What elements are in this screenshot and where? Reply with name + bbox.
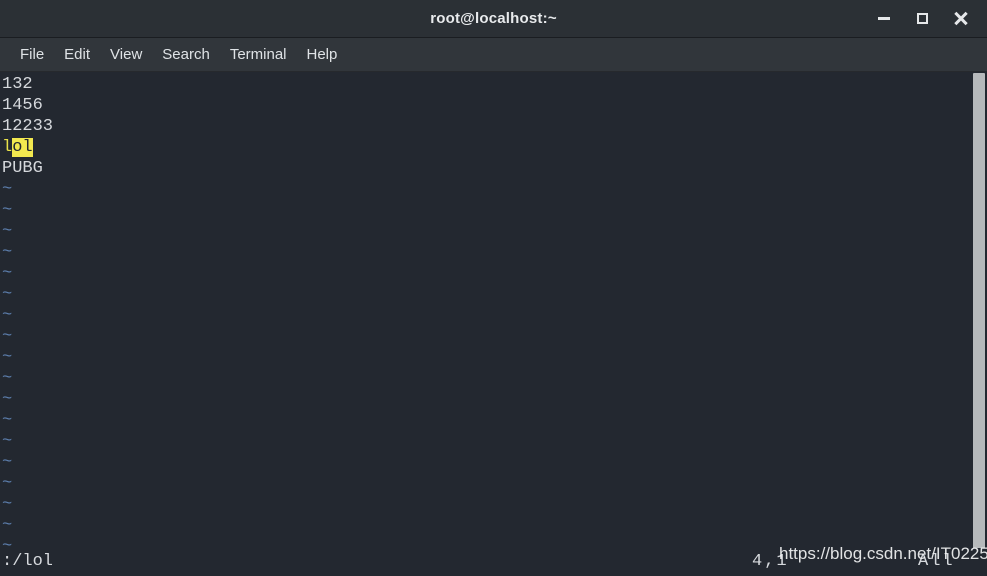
vim-statusline: :/lol 4,1 All: [0, 548, 987, 576]
menu-item-search[interactable]: Search: [152, 43, 220, 66]
minimize-button[interactable]: [865, 0, 903, 37]
menu-item-help[interactable]: Help: [297, 43, 348, 66]
search-match-text: l: [2, 138, 13, 157]
vim-scroll-scope: All: [918, 552, 955, 571]
minimize-icon: [878, 17, 890, 20]
vim-buffer-line: 132: [2, 75, 33, 94]
menubar: File Edit View Search Terminal Help: [0, 38, 987, 72]
vim-filler-line: ~: [2, 222, 13, 241]
vim-filler-line: ~: [2, 411, 13, 430]
cursor-block: ol: [12, 138, 33, 157]
vim-filler-line: ~: [2, 453, 13, 472]
vim-filler-line: ~: [2, 390, 13, 409]
vim-filler-line: ~: [2, 474, 13, 493]
maximize-icon: [916, 13, 928, 24]
menu-item-terminal[interactable]: Terminal: [220, 43, 297, 66]
vim-cursor-position: 4,1: [752, 552, 789, 571]
vim-command-text: :/lol: [2, 552, 54, 571]
vim-filler-line: ~: [2, 264, 13, 283]
vim-buffer-line: 12233: [2, 117, 54, 136]
scrollbar-track[interactable]: [971, 72, 987, 576]
vim-buffer-line: 1456: [2, 96, 43, 115]
vim-filler-line: ~: [2, 243, 13, 262]
vim-buffer-line: PUBG: [2, 159, 43, 178]
menu-item-file[interactable]: File: [10, 43, 54, 66]
vim-filler-line: ~: [2, 495, 13, 514]
vim-filler-line: ~: [2, 306, 13, 325]
vim-filler-line: ~: [2, 180, 13, 199]
vim-filler-line: ~: [2, 432, 13, 451]
vim-filler-line: ~: [2, 327, 13, 346]
vim-filler-line: ~: [2, 516, 13, 535]
window-title: root@localhost:~: [430, 10, 557, 27]
vim-filler-line: ~: [2, 348, 13, 367]
vim-filler-line: ~: [2, 201, 13, 220]
terminal-body[interactable]: 132145612233lolPUBG~~~~~~~~~~~~~~~~~~~: [0, 72, 987, 576]
window-titlebar[interactable]: root@localhost:~: [0, 0, 987, 38]
vim-filler-line: ~: [2, 285, 13, 304]
window-controls: [865, 0, 979, 37]
menu-item-view[interactable]: View: [100, 43, 152, 66]
terminal-window: root@localhost:~ File Edit View Search T…: [0, 0, 987, 576]
scrollbar-thumb[interactable]: [973, 73, 985, 562]
close-button[interactable]: [941, 0, 979, 37]
close-icon: [953, 11, 968, 26]
vim-buffer: 132145612233lolPUBG~~~~~~~~~~~~~~~~~~~: [2, 74, 961, 576]
vim-filler-line: ~: [2, 369, 13, 388]
vim-buffer-line: lol: [2, 137, 961, 158]
maximize-button[interactable]: [903, 0, 941, 37]
menu-item-edit[interactable]: Edit: [54, 43, 100, 66]
